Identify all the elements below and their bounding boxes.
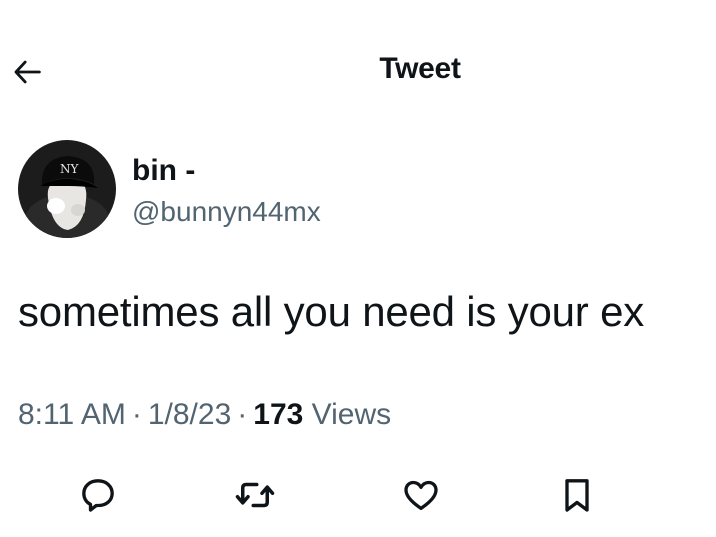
tweet-header: Tweet [0,38,716,102]
author-handle[interactable]: @bunnyn44mx [132,196,321,228]
svg-text:NY: NY [60,162,80,176]
bookmark-button[interactable] [552,470,602,520]
tweet-text: sometimes all you need is your ex [18,288,645,335]
retweet-button[interactable] [230,470,280,520]
retweet-arrows-icon [235,482,275,508]
heart-icon [404,480,438,510]
separator-dot: · [131,398,142,431]
tweet-metadata: 8:11 AM · 1/8/23 · 173 Views [18,398,391,432]
separator-dot: · [237,398,248,431]
author-display-name[interactable]: bin - [132,154,195,188]
speech-bubble-icon [82,479,114,512]
views-count: 173 [253,398,304,431]
like-button[interactable] [396,470,446,520]
profile-photo-avatar: NY [18,140,116,238]
reply-button[interactable] [73,470,123,520]
tweet-time[interactable]: 8:11 AM [18,398,126,431]
views-link[interactable]: 173 Views [253,398,391,431]
tweet-date[interactable]: 1/8/23 [148,398,231,431]
bookmark-icon [565,479,589,512]
tweet-actions-bar [0,470,716,520]
page-title: Tweet [379,52,461,85]
views-label: Views [311,398,392,431]
avatar[interactable]: NY [18,140,116,238]
